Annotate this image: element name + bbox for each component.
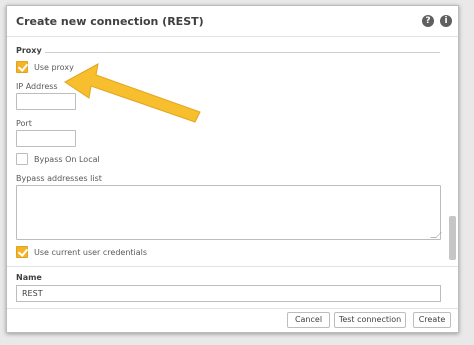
port-label: Port bbox=[16, 119, 32, 128]
footer-divider bbox=[7, 308, 458, 309]
resize-grip-icon[interactable] bbox=[430, 232, 442, 238]
create-button[interactable]: Create bbox=[413, 312, 451, 328]
use-current-credentials-checkbox[interactable] bbox=[16, 246, 28, 258]
port-input[interactable] bbox=[16, 130, 76, 147]
use-current-credentials-label: Use current user credentials bbox=[34, 248, 148, 257]
bypass-list-label: Bypass addresses list bbox=[16, 174, 102, 183]
cancel-button[interactable]: Cancel bbox=[287, 312, 330, 328]
info-icon[interactable]: i bbox=[440, 15, 452, 27]
section-divider bbox=[45, 52, 440, 53]
use-proxy-checkbox[interactable] bbox=[16, 61, 28, 73]
dialog-title: Create new connection (REST) bbox=[16, 15, 204, 28]
scrollbar-thumb[interactable] bbox=[449, 216, 456, 260]
create-connection-dialog: Create new connection (REST) ? i Proxy U… bbox=[6, 5, 459, 333]
name-input[interactable]: REST bbox=[16, 285, 441, 302]
name-divider bbox=[7, 266, 458, 267]
bypass-on-local-checkbox[interactable] bbox=[16, 153, 28, 165]
annotation-arrow-shape bbox=[64, 63, 201, 123]
name-label: Name bbox=[16, 273, 42, 282]
proxy-section-label: Proxy bbox=[16, 46, 42, 55]
ip-address-label: IP Address bbox=[16, 82, 58, 91]
dialog-header: Create new connection (REST) ? i bbox=[7, 6, 458, 37]
bypass-on-local-label: Bypass On Local bbox=[34, 155, 100, 164]
bypass-list-textarea[interactable] bbox=[16, 185, 442, 240]
annotation-arrow-icon bbox=[64, 63, 201, 123]
test-connection-button[interactable]: Test connection bbox=[334, 312, 406, 328]
help-icon[interactable]: ? bbox=[422, 15, 434, 27]
